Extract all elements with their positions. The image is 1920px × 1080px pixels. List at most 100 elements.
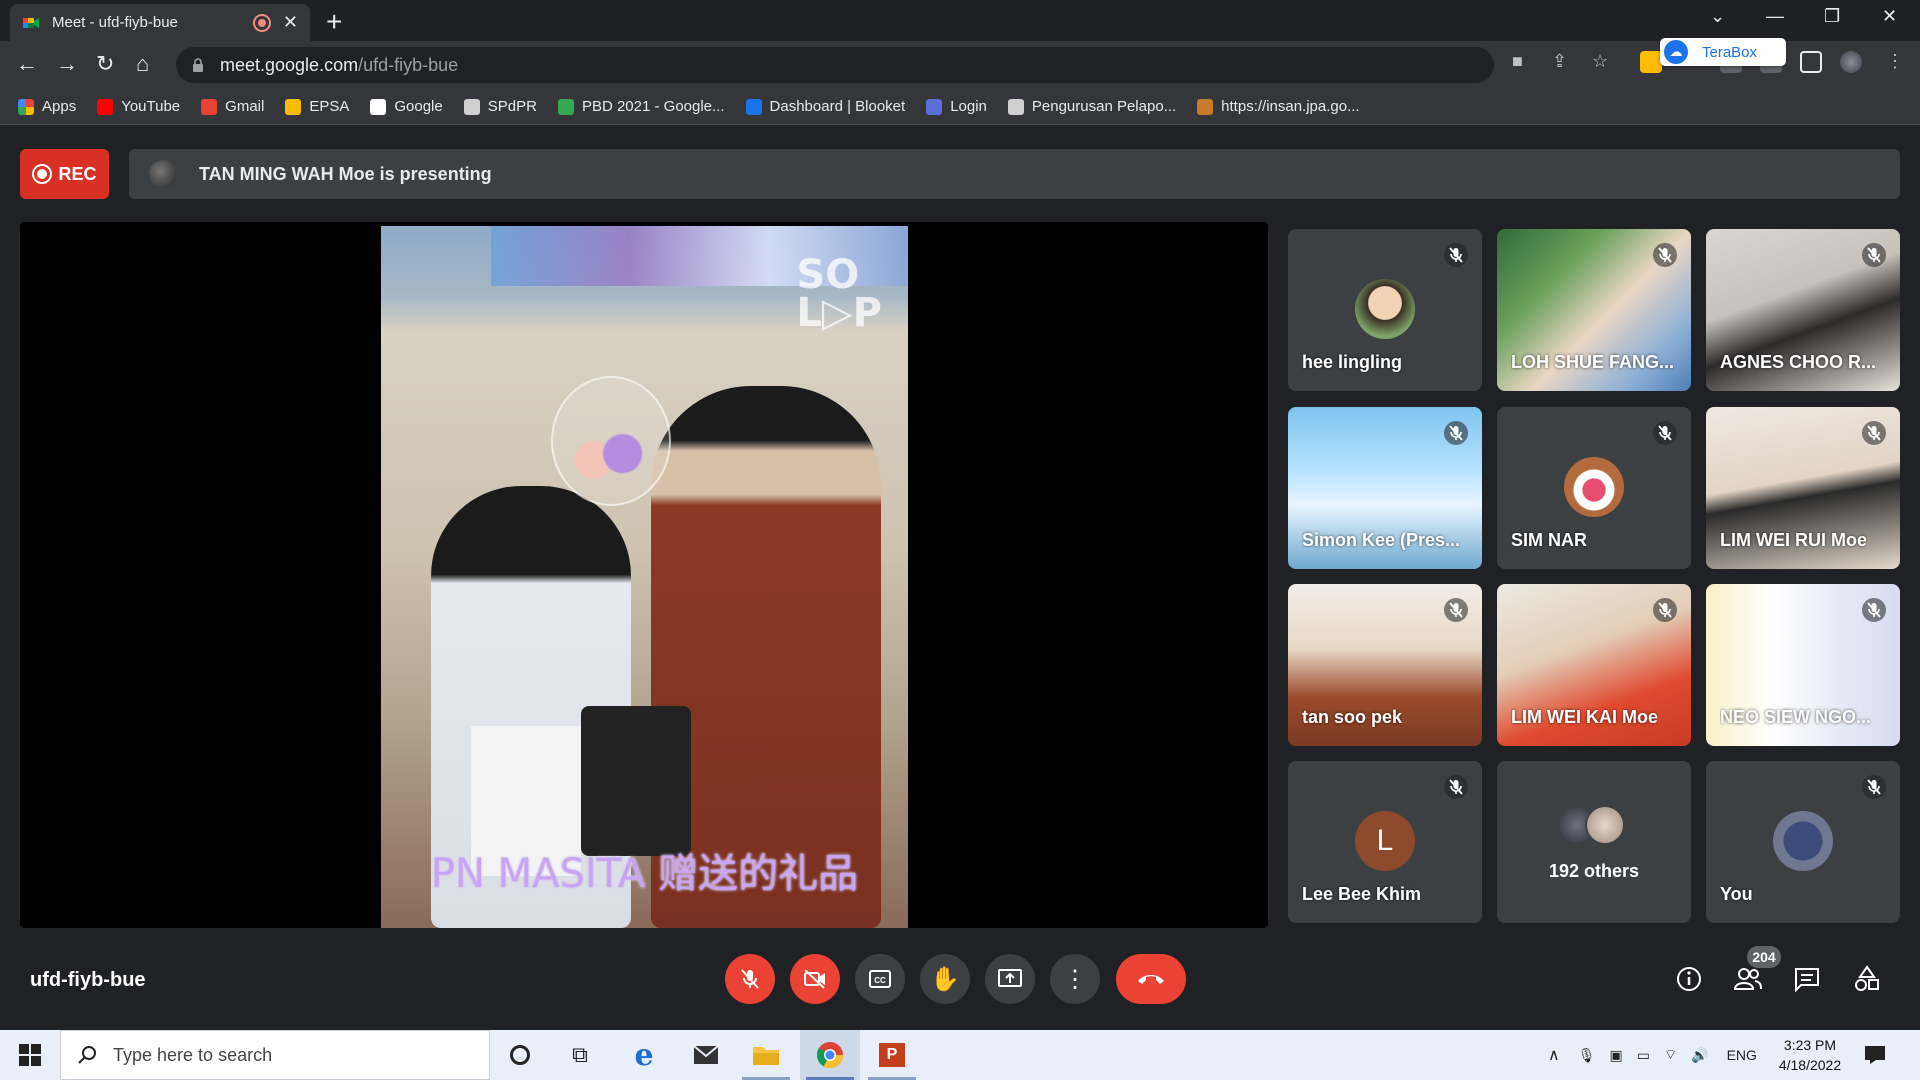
task-view-button[interactable]: ⧉ xyxy=(550,1030,610,1080)
bookmark-item[interactable]: Gmail xyxy=(201,98,264,115)
reload-icon[interactable]: ↻ xyxy=(96,51,114,77)
action-center-button[interactable] xyxy=(1850,1030,1900,1080)
taskbar-clock[interactable]: 3:23 PM 4/18/2022 xyxy=(1770,1035,1850,1075)
extension-icon[interactable] xyxy=(1640,51,1662,73)
restore-button[interactable]: ❐ xyxy=(1824,6,1840,27)
profile-avatar-icon[interactable] xyxy=(1840,51,1862,73)
captions-button[interactable]: CC xyxy=(855,954,905,1004)
microphone-toggle-button[interactable] xyxy=(725,954,775,1004)
avatar xyxy=(1585,805,1625,845)
bookmark-item[interactable]: SPdPR xyxy=(463,98,537,115)
minimize-button[interactable]: — xyxy=(1766,6,1784,27)
cortana-circle-icon xyxy=(510,1045,530,1065)
activities-button[interactable] xyxy=(1852,964,1882,994)
taskbar-search-box[interactable]: Type here to search xyxy=(60,1030,490,1080)
gift-balloon xyxy=(551,376,671,506)
chrome-icon xyxy=(816,1042,844,1069)
cortana-button[interactable] xyxy=(490,1030,550,1080)
more-options-button[interactable]: ⋮ xyxy=(1050,954,1100,1004)
avatar xyxy=(1564,457,1624,517)
bookmark-item[interactable]: YouTube xyxy=(97,98,180,115)
folder-icon xyxy=(753,1047,779,1065)
participant-tile[interactable]: LIM WEI KAI Moe xyxy=(1497,584,1691,746)
bookmark-item[interactable]: PBD 2021 - Google... xyxy=(557,98,725,115)
presenting-banner[interactable]: TAN MING WAH Moe is presenting xyxy=(129,149,1900,199)
input-language[interactable]: ENG xyxy=(1727,1047,1757,1063)
terabox-extension-popup[interactable]: ☁ TeraBox xyxy=(1660,38,1786,66)
address-bar[interactable]: meet.google.com/ufd-fiyb-bue xyxy=(176,47,1494,83)
microphone-in-use-icon[interactable]: 🎙 xyxy=(1578,1047,1596,1064)
powerpoint-taskbar-button[interactable]: P xyxy=(862,1030,922,1080)
bookmark-favicon-icon xyxy=(370,98,387,115)
participant-tile[interactable]: Simon Kee (Pres... xyxy=(1288,407,1482,569)
mail-icon xyxy=(693,1045,719,1064)
start-button[interactable] xyxy=(0,1030,60,1080)
rec-label: REC xyxy=(58,163,97,184)
present-now-button[interactable] xyxy=(985,954,1035,1004)
people-button[interactable] xyxy=(1733,964,1763,994)
bookmark-item[interactable]: EPSA xyxy=(285,98,349,115)
meeting-details-button[interactable] xyxy=(1674,964,1704,994)
back-arrow-icon[interactable]: ← xyxy=(16,51,38,77)
leave-call-button[interactable] xyxy=(1116,954,1186,1004)
bookmark-label: Google xyxy=(394,98,443,115)
home-icon[interactable]: ⌂ xyxy=(136,51,149,77)
bookmark-item[interactable]: Login xyxy=(926,98,987,115)
record-icon xyxy=(32,164,53,184)
participant-tile[interactable]: L Lee Bee Khim xyxy=(1288,761,1482,923)
bookmark-item[interactable]: https://insan.jpa.go... xyxy=(1197,98,1360,115)
participant-tile[interactable]: AGNES CHOO R... xyxy=(1706,229,1900,391)
avatar-letter: L xyxy=(1355,811,1415,871)
bookmark-item[interactable]: Dashboard | Blooket xyxy=(745,98,906,115)
file-explorer-taskbar-button[interactable] xyxy=(736,1030,796,1080)
info-icon xyxy=(1677,967,1701,991)
wifi-icon[interactable]: ⌔ xyxy=(1664,1046,1677,1064)
tab-close-icon[interactable]: ✕ xyxy=(283,12,298,33)
watermark-logo: SO L▷P xyxy=(796,252,882,336)
participant-tile[interactable]: 192 others xyxy=(1497,761,1691,923)
camera-blocked-icon[interactable]: ■ xyxy=(1512,51,1523,72)
tab-search-chevron-icon[interactable]: ⌄ xyxy=(1710,6,1725,27)
camera-off-icon xyxy=(804,969,825,989)
forward-arrow-icon[interactable]: → xyxy=(56,51,78,77)
share-icon[interactable]: ⇪ xyxy=(1552,51,1567,72)
bookmark-favicon-icon xyxy=(201,98,218,115)
meeting-code: ufd-fiyb-bue xyxy=(30,969,146,991)
show-hidden-icons-chevron-icon[interactable]: ∧ xyxy=(1548,1045,1560,1065)
participant-tile[interactable]: NEO SIEW NGO... xyxy=(1706,584,1900,746)
browser-tab-meet[interactable]: Meet - ufd-fiyb-bue ✕ xyxy=(10,4,310,41)
bookmark-label: Dashboard | Blooket xyxy=(769,98,906,115)
avatar xyxy=(1773,811,1833,871)
bookmark-item[interactable]: Google xyxy=(370,98,443,115)
url-host: meet.google.com xyxy=(220,54,359,75)
close-window-button[interactable]: ✕ xyxy=(1882,6,1897,27)
participant-tile[interactable]: LOH SHUE FANG... xyxy=(1497,229,1691,391)
security-icon[interactable]: ▣ xyxy=(1610,1047,1623,1064)
flower-bouquet xyxy=(581,706,691,856)
chat-icon xyxy=(1795,968,1819,992)
participant-tile[interactable]: tan soo pek xyxy=(1288,584,1482,746)
participant-tile[interactable]: LIM WEI RUI Moe xyxy=(1706,407,1900,569)
chat-button[interactable] xyxy=(1792,964,1822,994)
bookmark-item[interactable]: Apps xyxy=(18,98,76,115)
mail-taskbar-button[interactable] xyxy=(676,1030,736,1080)
presentation-stage[interactable]: SO L▷P PN MASITA 赠送的礼品 xyxy=(20,222,1268,928)
bookmark-item[interactable]: Pengurusan Pelapo... xyxy=(1007,98,1176,115)
new-tab-button[interactable]: + xyxy=(326,6,342,38)
clock-date: 4/18/2022 xyxy=(1778,1057,1842,1073)
participant-tile[interactable]: You xyxy=(1706,761,1900,923)
terabox-label: TeraBox xyxy=(1702,43,1758,61)
participant-name: Lee Bee Khim xyxy=(1302,884,1422,904)
browser-menu-icon[interactable]: ⋮ xyxy=(1886,51,1904,72)
raise-hand-button[interactable]: ✋ xyxy=(920,954,970,1004)
participant-tile[interactable]: SIM NAR xyxy=(1497,407,1691,569)
side-panel-icon[interactable] xyxy=(1800,51,1822,73)
bookmark-star-icon[interactable]: ☆ xyxy=(1592,51,1608,72)
recording-badge[interactable]: REC xyxy=(20,149,109,199)
battery-icon[interactable]: ▭ xyxy=(1637,1047,1650,1064)
camera-toggle-button[interactable] xyxy=(790,954,840,1004)
chrome-taskbar-button[interactable] xyxy=(800,1030,860,1080)
volume-icon[interactable]: 🔊 xyxy=(1691,1047,1708,1064)
participant-tile[interactable]: hee lingling xyxy=(1288,229,1482,391)
edge-taskbar-button[interactable]: e xyxy=(614,1030,674,1080)
